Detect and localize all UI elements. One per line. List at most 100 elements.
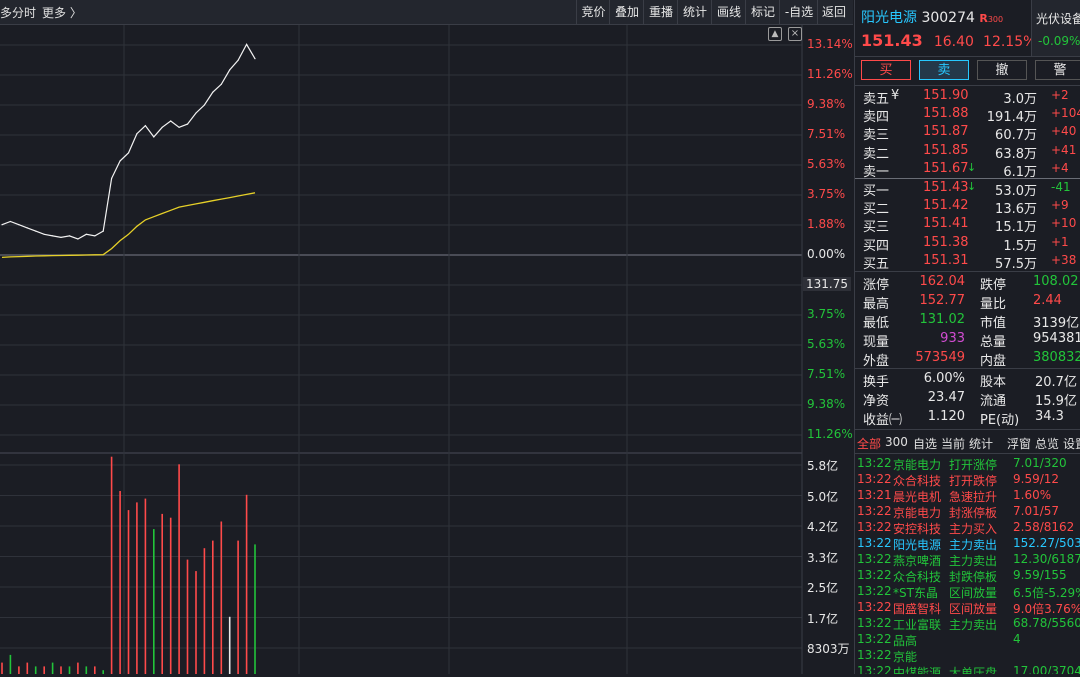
buy-button[interactable]: 买 — [861, 60, 911, 80]
bid-row[interactable]: 买四 151.38 1.5万 +1 — [855, 234, 1080, 254]
divider — [855, 85, 1080, 86]
volume-bar — [212, 540, 214, 674]
feed-item[interactable]: 13:22 安控科技 主力买入 2.58/8162 — [857, 520, 1080, 536]
feed-item[interactable]: 13:22 中煤能源 大单压盘 17.00/3704 — [857, 664, 1080, 674]
volume-axis-label: 5.8亿 — [807, 459, 839, 473]
more-menu[interactable]: 更多 〉 — [42, 4, 82, 21]
stat-value: 380832 — [1033, 350, 1080, 365]
feed-tab-5[interactable]: 浮窗 — [1007, 435, 1031, 452]
ask-row[interactable]: 卖二 151.85 63.8万 +41 — [855, 142, 1080, 162]
ask-row[interactable]: 卖三 151.87 60.7万 +40 — [855, 124, 1080, 144]
feed-item[interactable]: 13:22 众合科技 封跌停板 9.59/155 — [857, 568, 1080, 584]
stat-row: 现量 933 总量 954381 — [855, 331, 1080, 350]
feed-stock: 安控科技 — [893, 522, 942, 536]
level-price: 151.85 — [923, 142, 969, 158]
toolbar-button-1[interactable]: 叠加 — [609, 0, 644, 24]
volume-bar — [254, 544, 256, 674]
feed-item[interactable]: 13:22 京能电力 封涨停板 7.01/57 — [857, 504, 1080, 520]
volume-bar — [51, 662, 54, 674]
feed-item[interactable]: 13:22 *ST东晶 区间放量 6.5倍-5.29% — [857, 584, 1080, 600]
price-point — [229, 69, 231, 71]
chart-canvas — [0, 25, 803, 674]
fundamental-label: 净资 — [863, 394, 890, 409]
volume-bar — [228, 616, 231, 674]
toolbar-button-5[interactable]: 标记 — [745, 0, 780, 24]
feed-event: 打开跌停 — [949, 474, 998, 488]
expand-up-icon[interactable]: ▲ — [768, 27, 782, 41]
sell-button[interactable]: 卖 — [919, 60, 969, 80]
ask-row[interactable]: 卖一 151.67 ↓ 6.1万 +4 — [855, 161, 1080, 180]
level-volume: 63.8万 — [995, 146, 1037, 162]
feed-tab-7[interactable]: 设置 — [1063, 435, 1080, 452]
price-axis-label: 5.63% — [807, 337, 846, 351]
timeshare-chart[interactable]: 13.14% 11.26% 9.38% 7.51% 5.63% 3.75% 1.88% 0.0… — [0, 25, 853, 674]
feed-time: 13:22 — [857, 600, 892, 614]
stock-name: 阳光电源 — [861, 10, 917, 26]
feed-stock: 品高 — [893, 634, 918, 648]
feed-tab-3[interactable]: 当前 — [941, 435, 965, 452]
level-label: 买二 — [863, 202, 890, 218]
level-change: +9 — [1051, 198, 1069, 213]
stat-row: 外盘 573549 内盘 380832 — [855, 350, 1080, 369]
fundamental-label: 流通 — [980, 394, 1007, 409]
sector-box[interactable]: 光伏设备 -0.09% — [1031, 0, 1080, 56]
toolbar-button-0[interactable]: 竞价 — [576, 0, 610, 24]
more-label: 更多 — [42, 6, 67, 20]
chevron-right-icon: 〉 — [69, 6, 82, 20]
feed-item[interactable]: 13:22 京能 — [857, 648, 1080, 664]
close-icon[interactable]: × — [788, 27, 802, 41]
feed-item[interactable]: 13:22 工业富联 主力卖出 68.78/5560 — [857, 616, 1080, 632]
price-line — [1, 43, 256, 240]
bid-row[interactable]: 买一 151.43 ↓ 53.0万 -41 — [855, 180, 1080, 199]
stat-value: 108.02 — [1033, 274, 1079, 289]
feed-time: 13:22 — [857, 648, 892, 662]
toolbar-button-7[interactable]: 返回 — [817, 0, 850, 24]
feed-item[interactable]: 13:22 国盛智科 区间放量 9.0倍3.76% — [857, 600, 1080, 616]
feed-tab-2[interactable]: 自选 — [913, 435, 937, 452]
stat-value: 573549 — [915, 350, 965, 365]
fundamental-value: 1.120 — [927, 409, 965, 424]
level-price: 151.38 — [923, 234, 969, 250]
level-volume: 60.7万 — [995, 128, 1037, 144]
feed-tab-1[interactable]: 300 — [885, 435, 908, 449]
price-point — [68, 235, 71, 237]
bid-row[interactable]: 买五 151.31 57.5万 +38 — [855, 253, 1080, 272]
ask-row[interactable]: 卖五 ¥151.90 3.0万 +2 — [855, 88, 1080, 107]
feed-item[interactable]: 13:22 众合科技 打开跌停 9.59/12 — [857, 472, 1080, 488]
toolbar-button-2[interactable]: 重播 — [643, 0, 678, 24]
feed-item[interactable]: 13:22 品高 4 — [857, 632, 1080, 648]
bid-row[interactable]: 买三 151.41 15.1万 +10 — [855, 216, 1080, 235]
fundamental-row: 净资 23.47 流通 15.9亿 — [855, 390, 1080, 409]
feed-value: 9.59/155 — [1013, 568, 1067, 582]
cancel-order-button[interactable]: 撤 — [977, 60, 1027, 80]
level-volume: 1.5万 — [1003, 238, 1037, 254]
toolbar-button-3[interactable]: 统计 — [677, 0, 712, 24]
feed-event: 封涨停板 — [949, 506, 998, 520]
feed-tab-4[interactable]: 统计 — [969, 435, 993, 452]
bid-row[interactable]: 买二 151.42 13.6万 +9 — [855, 198, 1080, 218]
feed-value: 1.60% — [1013, 488, 1052, 502]
feed-time: 13:22 — [857, 456, 892, 470]
price-axis-label: 11.26% — [807, 67, 853, 81]
toolbar-button-6[interactable]: -自选 — [779, 0, 818, 24]
volume-bar — [110, 456, 113, 674]
stock-tag-sub: 300 — [987, 15, 1004, 24]
price-point — [220, 83, 222, 85]
feed-item[interactable]: 13:22 燕京啤酒 主力卖出 12.30/6187 — [857, 552, 1080, 568]
alert-button[interactable]: 警 — [1035, 60, 1080, 80]
stat-value: 954381 — [1033, 331, 1080, 346]
feed-stock: 京能 — [893, 650, 918, 664]
toolbar-button-4[interactable]: 画线 — [711, 0, 746, 24]
level-label: 卖一 — [863, 164, 890, 180]
feed-tab-0[interactable]: 全部 — [857, 435, 881, 452]
feed-tab-6[interactable]: 总览 — [1035, 435, 1059, 452]
feed-item[interactable]: 13:22 京能电力 打开涨停 7.01/320 — [857, 456, 1080, 472]
price-point — [127, 152, 130, 154]
level-price: 151.88 — [923, 106, 969, 122]
volume-bar — [102, 670, 104, 674]
multi-timeshare-tab[interactable]: 多分时 — [0, 4, 36, 21]
feed-item[interactable]: 13:22阳光电源主力卖出 152.27/5036 — [857, 536, 1080, 552]
volume-bar — [127, 510, 130, 674]
feed-item[interactable]: 13:21 晨光电机 急速拉升 1.60% — [857, 488, 1080, 504]
ask-row[interactable]: 卖四 151.88 191.4万 +104 — [855, 106, 1080, 125]
